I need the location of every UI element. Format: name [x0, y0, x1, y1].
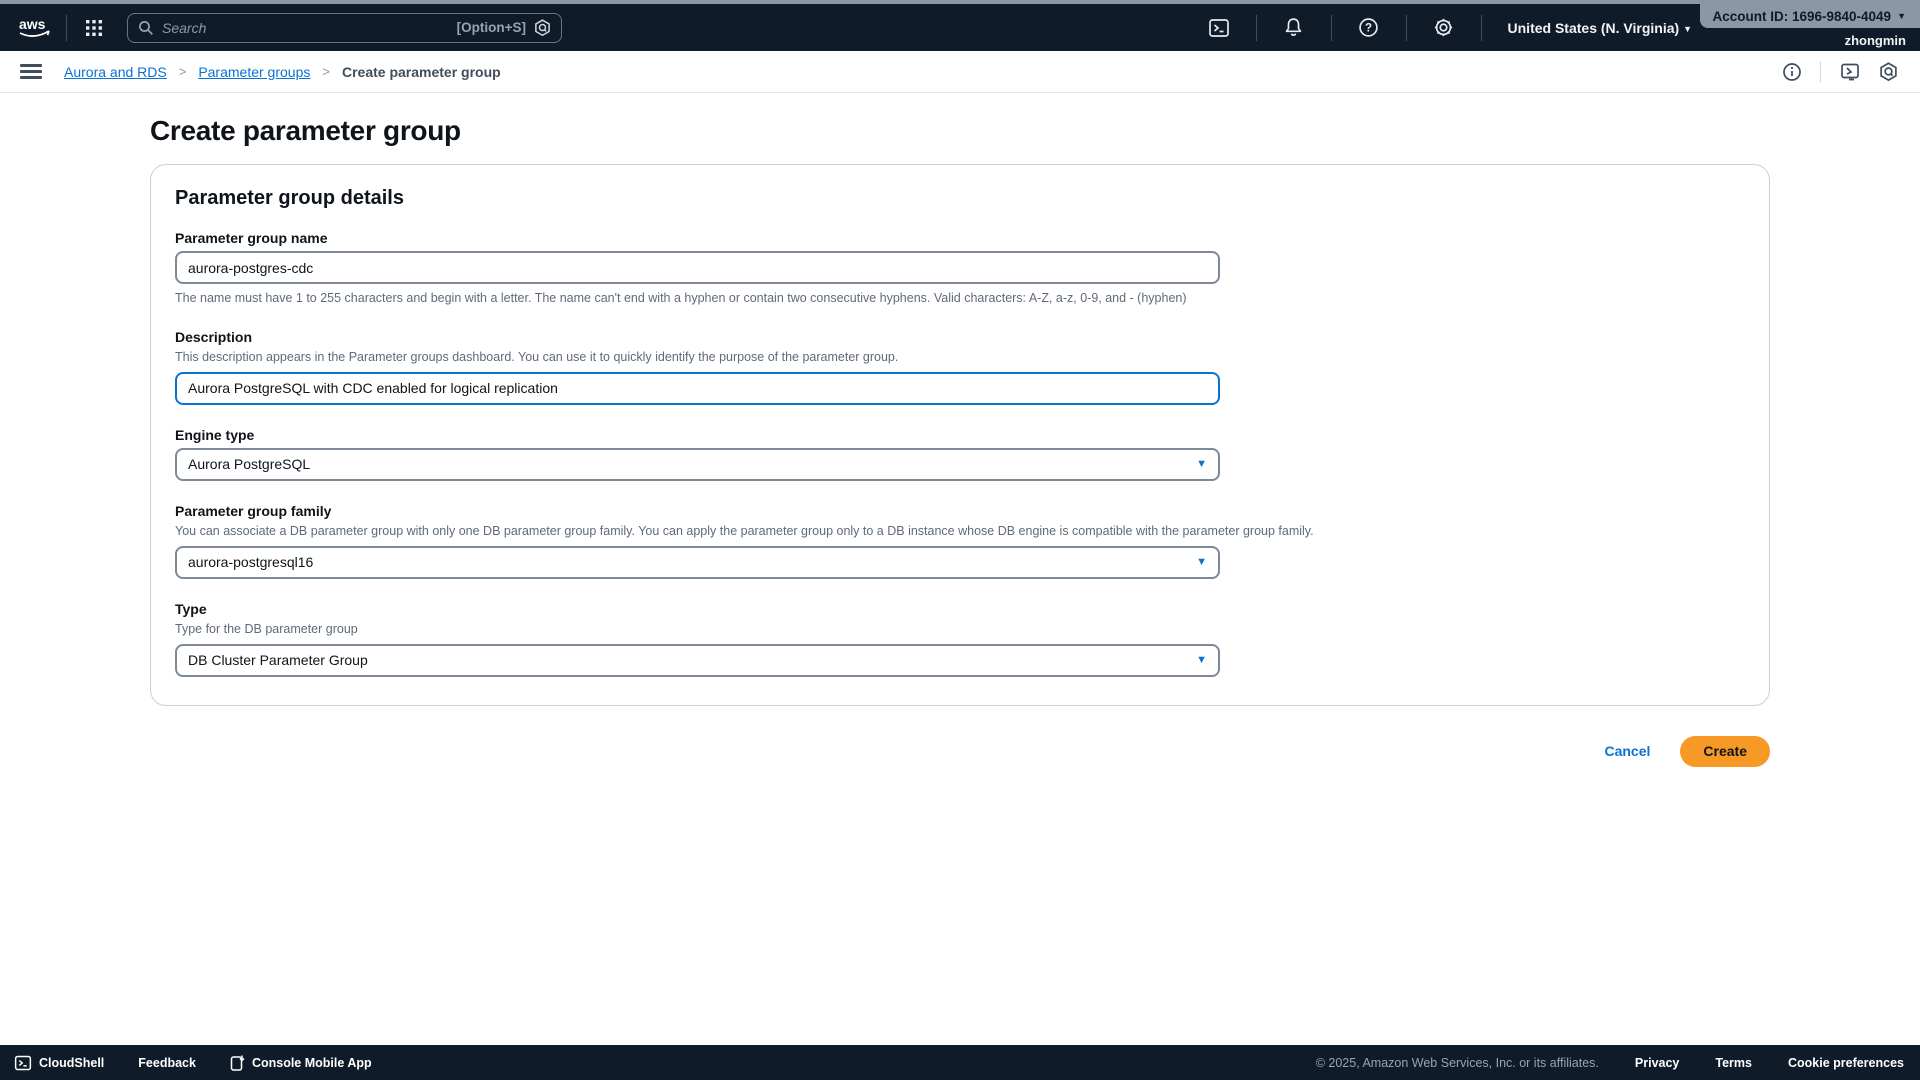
- account-id-badge[interactable]: Account ID: 1696-9840-4049 ▼: [1700, 4, 1920, 28]
- breadcrumb-link-parameter-groups[interactable]: Parameter groups: [198, 64, 310, 80]
- page-title: Create parameter group: [150, 115, 1920, 147]
- search-shortcut-hint: [Option+S]: [457, 20, 526, 35]
- footer-cookie-preferences-link[interactable]: Cookie preferences: [1788, 1056, 1904, 1070]
- breadcrumb-link-aurora-rds[interactable]: Aurora and RDS: [64, 64, 167, 80]
- divider: [1820, 61, 1821, 83]
- family-helper-text: You can associate a DB parameter group w…: [175, 523, 1745, 540]
- help-icon[interactable]: ?: [1357, 16, 1381, 40]
- form-actions: Cancel Create: [150, 736, 1770, 767]
- field-parameter-group-name: Parameter group name The name must have …: [175, 230, 1745, 307]
- cloudshell-terminal-icon[interactable]: [1207, 16, 1231, 40]
- section-title: Parameter group details: [175, 187, 1745, 210]
- name-helper-text: The name must have 1 to 255 characters a…: [175, 290, 1745, 307]
- type-select[interactable]: DB Cluster Parameter Group ▼: [175, 644, 1220, 677]
- footer-bar: CloudShell Feedback Console Mobile App ©…: [0, 1045, 1920, 1080]
- breadcrumb-current-page: Create parameter group: [342, 64, 501, 80]
- nav-divider: [1331, 15, 1332, 41]
- aws-logo-icon[interactable]: aws: [16, 15, 54, 41]
- cancel-button[interactable]: Cancel: [1604, 743, 1650, 759]
- type-helper-text: Type for the DB parameter group: [175, 621, 1745, 638]
- name-label: Parameter group name: [175, 230, 1745, 246]
- svg-text:?: ?: [1365, 23, 1372, 35]
- settings-gear-icon[interactable]: [1432, 16, 1456, 40]
- footer-cloudshell[interactable]: CloudShell: [14, 1054, 104, 1072]
- chevron-down-icon: ▼: [1196, 556, 1207, 568]
- footer-copyright: © 2025, Amazon Web Services, Inc. or its…: [1316, 1056, 1599, 1070]
- description-input[interactable]: [175, 372, 1220, 405]
- footer-feedback[interactable]: Feedback: [138, 1056, 196, 1070]
- footer-terms-link[interactable]: Terms: [1715, 1056, 1752, 1070]
- notifications-bell-icon[interactable]: [1282, 16, 1306, 40]
- new-window-panel-icon[interactable]: [1839, 62, 1861, 82]
- amazon-q-icon: [534, 19, 551, 37]
- field-type: Type Type for the DB parameter group DB …: [175, 601, 1745, 677]
- window-top-strip: [0, 0, 1920, 4]
- nav-divider: [66, 15, 67, 41]
- main-content: Create parameter group Parameter group d…: [0, 93, 1920, 767]
- engine-type-label: Engine type: [175, 427, 1745, 443]
- family-label: Parameter group family: [175, 503, 1745, 519]
- nav-divider: [1481, 15, 1482, 41]
- chevron-down-icon: ▼: [1196, 654, 1207, 666]
- footer-privacy-link[interactable]: Privacy: [1635, 1056, 1679, 1070]
- field-parameter-group-family: Parameter group family You can associate…: [175, 503, 1745, 579]
- cloudshell-terminal-icon: [14, 1054, 32, 1072]
- chevron-down-icon: ▼: [1683, 24, 1692, 34]
- field-description: Description This description appears in …: [175, 329, 1745, 405]
- chevron-down-icon: ▼: [1897, 11, 1906, 21]
- type-value: DB Cluster Parameter Group: [188, 652, 368, 668]
- region-selector[interactable]: United States (N. Virginia) ▼: [1508, 20, 1692, 36]
- global-search-input[interactable]: Search [Option+S]: [127, 13, 562, 43]
- description-label: Description: [175, 329, 1745, 345]
- field-engine-type: Engine type Aurora PostgreSQL ▼: [175, 427, 1745, 481]
- search-placeholder: Search: [162, 20, 457, 36]
- services-grid-icon[interactable]: [85, 19, 103, 37]
- side-menu-hamburger-icon[interactable]: [20, 64, 42, 79]
- type-label: Type: [175, 601, 1745, 617]
- nav-divider: [1256, 15, 1257, 41]
- svg-text:aws: aws: [19, 16, 46, 32]
- engine-type-value: Aurora PostgreSQL: [188, 456, 310, 472]
- breadcrumb-separator: >: [322, 64, 330, 79]
- parameter-group-family-select[interactable]: aurora-postgresql16 ▼: [175, 546, 1220, 579]
- parameter-group-name-input[interactable]: [175, 251, 1220, 284]
- top-nav: aws Search [Option+S]: [0, 4, 1920, 51]
- breadcrumb: Aurora and RDS > Parameter groups > Crea…: [64, 64, 501, 80]
- nav-divider: [1406, 15, 1407, 41]
- amazon-q-icon[interactable]: [1879, 62, 1898, 82]
- username-label[interactable]: zhongmin: [1845, 33, 1906, 48]
- breadcrumb-bar: Aurora and RDS > Parameter groups > Crea…: [0, 51, 1920, 93]
- search-icon: [138, 20, 154, 36]
- engine-type-select[interactable]: Aurora PostgreSQL ▼: [175, 448, 1220, 481]
- chevron-down-icon: ▼: [1196, 458, 1207, 470]
- footer-console-mobile-app[interactable]: Console Mobile App: [230, 1054, 372, 1071]
- mobile-app-icon: [230, 1054, 245, 1071]
- family-value: aurora-postgresql16: [188, 554, 313, 570]
- create-button[interactable]: Create: [1680, 736, 1770, 767]
- parameter-group-details-card: Parameter group details Parameter group …: [150, 164, 1770, 706]
- breadcrumb-separator: >: [179, 64, 187, 79]
- info-icon[interactable]: [1782, 62, 1802, 82]
- description-helper-text: This description appears in the Paramete…: [175, 349, 1745, 366]
